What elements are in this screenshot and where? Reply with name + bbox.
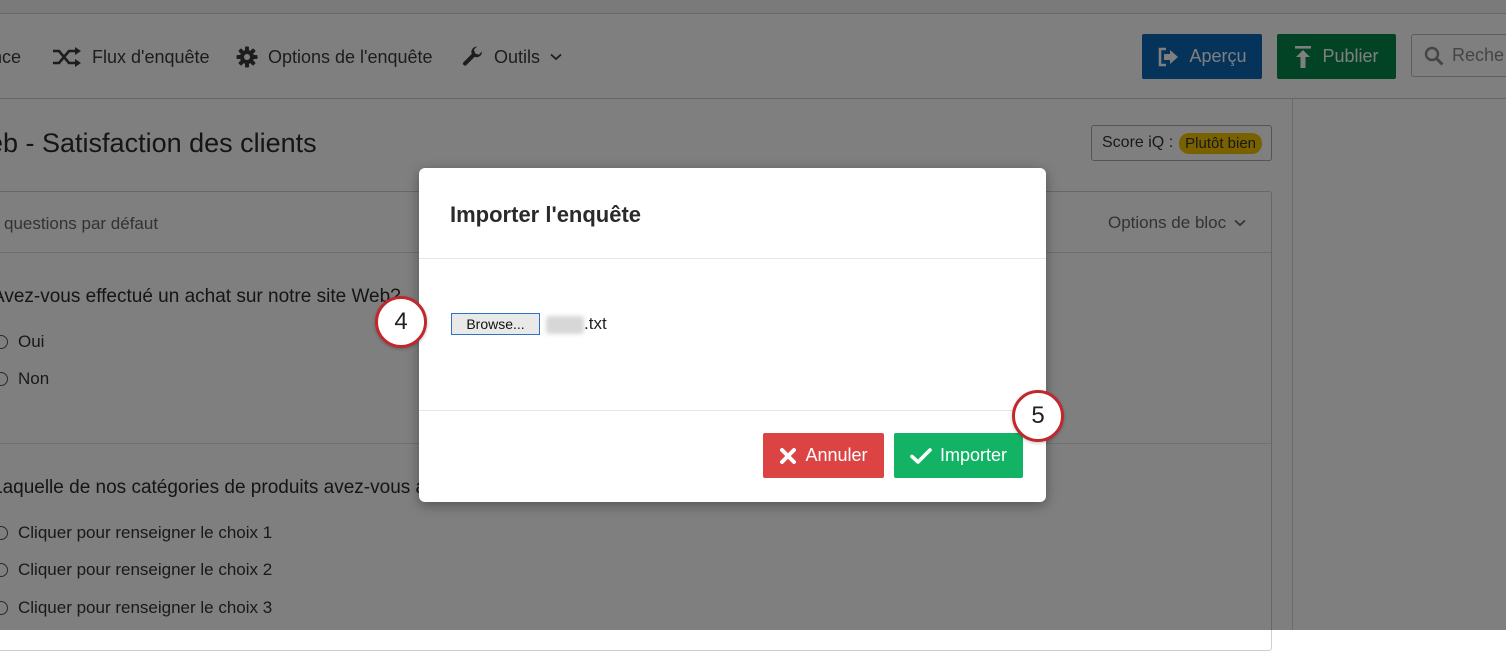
step-marker-4: 4	[375, 296, 427, 348]
check-icon	[910, 447, 932, 464]
dialog-title: Importer l'enquête	[450, 202, 642, 227]
cancel-button-label: Annuler	[805, 445, 868, 465]
dialog-header-divider	[419, 258, 1046, 259]
selected-file-name: .txt	[584, 314, 607, 333]
redacted-filename	[546, 316, 584, 334]
import-button-label: Importer	[939, 445, 1008, 465]
import-survey-dialog: Importer l'enquête Browse... .txt Annule…	[419, 168, 1046, 502]
close-icon	[780, 447, 797, 464]
browse-button[interactable]: Browse...	[451, 313, 540, 335]
cancel-button[interactable]: Annuler	[763, 433, 884, 478]
import-button[interactable]: Importer	[894, 433, 1023, 478]
step-marker-5: 5	[1012, 390, 1064, 442]
dialog-footer-divider	[419, 410, 1046, 411]
